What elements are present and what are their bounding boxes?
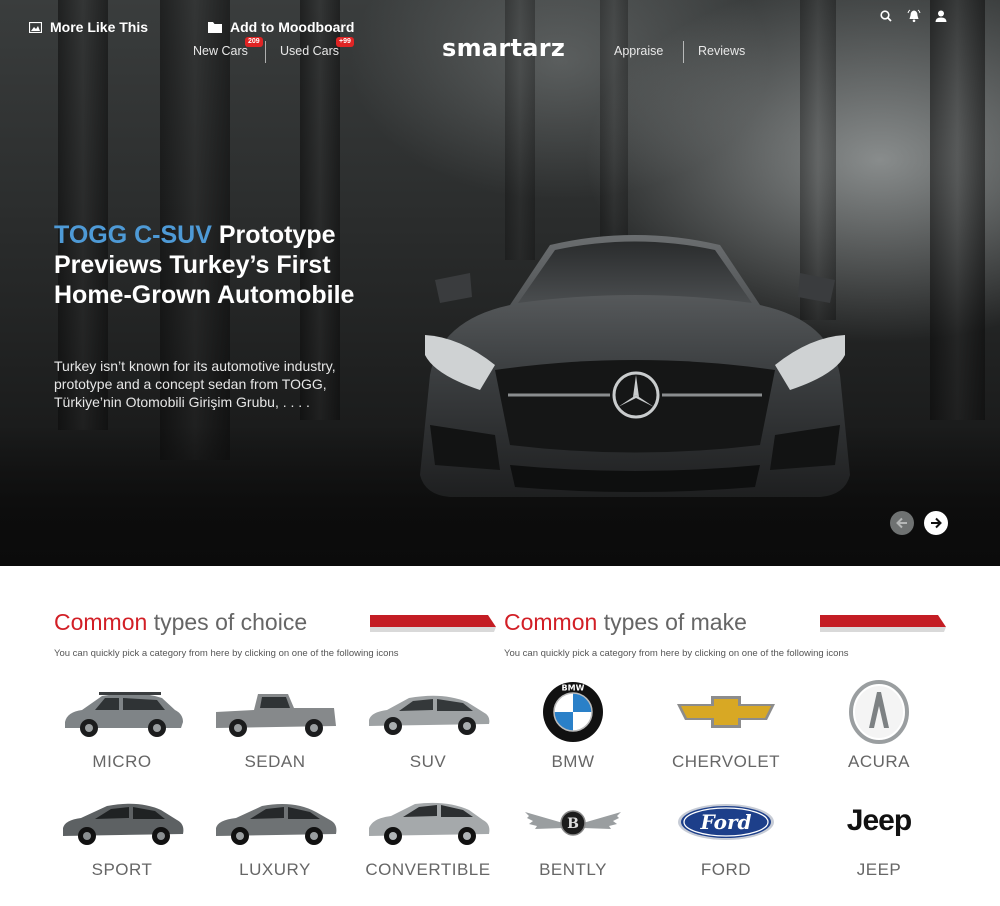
hero-headline-accent: TOGG C-SUV: [54, 221, 212, 249]
nav-divider: [683, 41, 684, 63]
more-like-this-label: More Like This: [50, 19, 149, 35]
type-luxury[interactable]: LUXURY: [205, 792, 345, 892]
type-sport-label: SPORT: [91, 860, 153, 879]
make-bentley-label: BENTLY: [539, 860, 607, 879]
arrow-left-icon: [896, 517, 907, 529]
used-cars-count-badge: +99: [336, 37, 354, 47]
add-to-moodboard-label: Add to Moodboard: [230, 19, 355, 35]
bentley-logo-text: B: [567, 816, 579, 832]
make-title-rest: types of make: [597, 609, 747, 635]
carousel-next-button[interactable]: [924, 511, 948, 535]
nav-used-cars[interactable]: Used Cars: [280, 44, 339, 58]
choice-section-subtitle: You can quickly pick a category from her…: [54, 648, 399, 659]
background-tree: [600, 0, 628, 250]
type-suv[interactable]: SUV: [358, 682, 498, 782]
make-ford[interactable]: Ford FORD: [656, 792, 796, 892]
make-section-title: Common types of make: [504, 609, 747, 636]
hero-car-image: [420, 235, 850, 497]
nav-divider: [265, 41, 266, 63]
chevrolet-logo: [656, 692, 796, 732]
choice-title-red: Common: [54, 609, 148, 635]
hero-description: Turkey isn’t known for its automotive in…: [54, 358, 336, 410]
choice-section-title: Common types of choice: [54, 609, 307, 636]
hero-headline[interactable]: TOGG C-SUV Prototype Previews Turkey’s F…: [54, 220, 394, 310]
add-to-moodboard-button[interactable]: Add to Moodboard: [208, 19, 354, 35]
type-suv-label: SUV: [409, 752, 447, 771]
make-acura[interactable]: ACURA: [809, 680, 949, 780]
nav-reviews[interactable]: Reviews: [698, 44, 745, 58]
make-title-red: Common: [504, 609, 598, 635]
type-sport[interactable]: SPORT: [52, 792, 192, 892]
carousel-prev-button[interactable]: [890, 511, 914, 535]
ford-logo: Ford: [656, 802, 796, 842]
type-luxury-image: [205, 792, 345, 852]
make-jeep[interactable]: Jeep JEEP: [809, 792, 949, 892]
more-like-this-button[interactable]: More Like This: [29, 19, 148, 35]
bell-icon[interactable]: [907, 9, 921, 23]
make-chevrolet-label: CHERVOLET: [671, 752, 781, 771]
acura-logo: [809, 680, 949, 744]
make-bentley[interactable]: B BENTLY: [503, 792, 643, 892]
make-chevrolet[interactable]: CHERVOLET: [656, 680, 796, 780]
hero-banner: More Like This Add to Moodboard New Cars…: [0, 0, 1000, 566]
type-micro-label: MICRO: [92, 752, 152, 771]
bmw-logo-text: BMW: [562, 684, 585, 693]
nav-new-cars[interactable]: New Cars: [193, 44, 248, 58]
type-micro[interactable]: MICRO: [52, 682, 192, 782]
bmw-logo: BMW: [503, 680, 643, 744]
type-convertible-image: [358, 792, 498, 852]
choice-title-rest: types of choice: [147, 609, 308, 635]
type-sedan-label: SEDAN: [244, 752, 306, 771]
type-sedan-image: [205, 682, 345, 742]
new-cars-count-badge: 209: [245, 37, 263, 47]
background-tree: [930, 0, 985, 420]
make-jeep-label: JEEP: [856, 860, 902, 879]
folder-icon: [208, 22, 222, 33]
search-icon[interactable]: [879, 9, 893, 23]
type-convertible[interactable]: CONVERTIBLE: [358, 792, 498, 892]
image-icon: [29, 21, 42, 33]
bentley-logo: B: [503, 806, 643, 840]
type-micro-image: [52, 682, 192, 742]
nav-appraise[interactable]: Appraise: [614, 44, 663, 58]
type-sedan[interactable]: SEDAN: [205, 682, 345, 782]
arrow-right-icon: [931, 517, 942, 529]
jeep-logo-text: Jeep: [846, 804, 912, 837]
type-suv-image: [358, 682, 498, 742]
jeep-logo: Jeep: [809, 804, 949, 838]
make-acura-label: ACURA: [847, 752, 910, 771]
brand-logo[interactable]: smartarz: [442, 34, 565, 62]
choice-section-divider: [370, 615, 496, 632]
user-icon[interactable]: [934, 9, 948, 23]
make-ford-label: FORD: [700, 860, 752, 879]
ford-logo-text: Ford: [700, 810, 752, 834]
type-sport-image: [52, 792, 192, 852]
make-bmw[interactable]: BMW BMW: [503, 680, 643, 780]
make-section-subtitle: You can quickly pick a category from her…: [504, 648, 849, 659]
type-luxury-label: LUXURY: [239, 860, 311, 879]
type-convertible-label: CONVERTIBLE: [365, 860, 491, 879]
make-bmw-label: BMW: [551, 752, 595, 771]
make-section-divider: [820, 615, 946, 632]
